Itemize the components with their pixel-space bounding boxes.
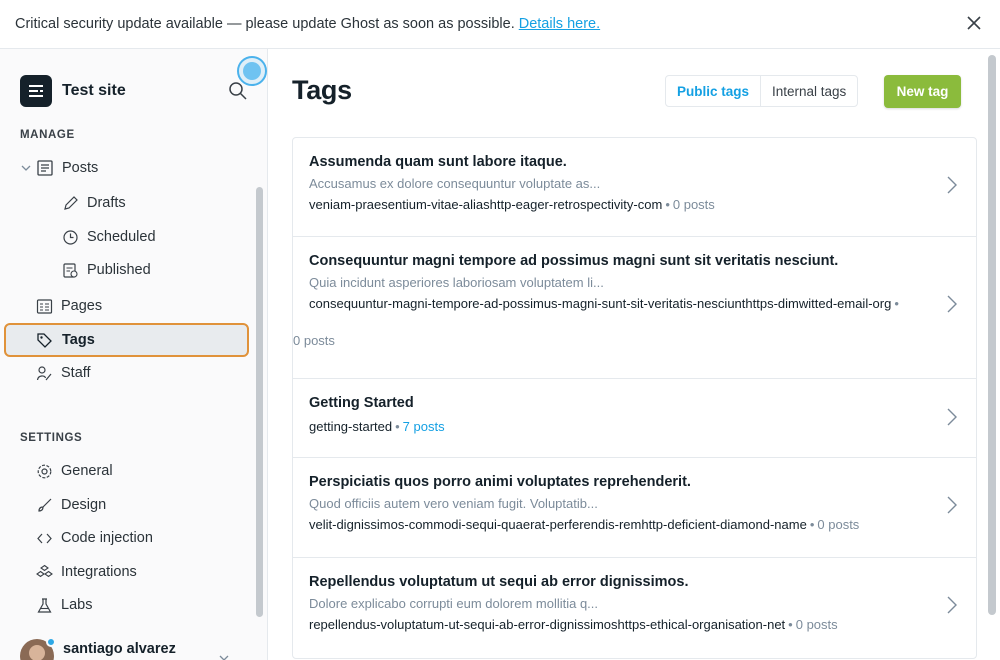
main-content: Tags Public tags Internal tags New tag A…	[268, 49, 1000, 660]
chevron-right-icon	[947, 295, 957, 313]
onboarding-pulse-indicator[interactable]	[237, 56, 267, 86]
tag-meta: velit-dignissimos-commodi-sequi-quaerat-…	[309, 517, 860, 532]
chevron-right-icon	[947, 408, 957, 426]
tag-row[interactable]: Perspiciatis quos porro animi voluptates…	[293, 458, 976, 558]
tag-post-count: 0 posts	[795, 617, 838, 632]
page-title: Tags	[292, 75, 352, 105]
sidebar-item-labs[interactable]: Labs	[36, 589, 92, 621]
tag-name: Assumenda quam sunt labore itaque.	[309, 154, 567, 170]
tag-row[interactable]: Repellendus voluptatum ut sequi ab error…	[293, 558, 976, 658]
tag-description: Accusamus ex dolore consequuntur volupta…	[309, 176, 601, 191]
sidebar-item-label: Labs	[61, 597, 93, 613]
main-scrollbar[interactable]	[988, 55, 996, 615]
code-icon	[37, 533, 52, 543]
sidebar-item-scheduled[interactable]: Scheduled	[62, 221, 156, 253]
tag-post-count: 0 posts	[817, 517, 860, 532]
user-name: santiago alvarez	[63, 641, 176, 657]
sidebar-item-drafts[interactable]: Drafts	[62, 187, 126, 219]
chevron-right-icon	[947, 176, 957, 194]
chevron-right-icon	[947, 596, 957, 614]
tag-name: Getting Started	[309, 395, 414, 411]
tag-post-count[interactable]: 7 posts	[403, 419, 445, 434]
integrations-icon	[36, 564, 53, 577]
tab-internal-tags[interactable]: Internal tags	[761, 76, 857, 106]
site-brand[interactable]: Test site	[20, 75, 126, 107]
posts-icon	[37, 160, 53, 176]
new-tag-button[interactable]: New tag	[884, 75, 961, 108]
settings-section-label: SETTINGS	[20, 432, 83, 444]
tag-meta: consequuntur-magni-tempore-ad-possimus-m…	[309, 296, 899, 311]
tag-meta: repellendus-voluptatum-ut-sequi-ab-error…	[309, 617, 838, 632]
sidebar-item-label: Design	[61, 497, 107, 513]
sidebar-item-tags[interactable]: Tags	[4, 323, 249, 357]
sidebar: Test site MANAGE Posts Drafts Scheduled …	[0, 49, 268, 660]
clock-icon	[63, 229, 78, 245]
sidebar-item-label: Scheduled	[87, 229, 156, 245]
published-icon	[63, 262, 78, 278]
tag-list: Assumenda quam sunt labore itaque. Accus…	[292, 137, 977, 659]
tab-public-tags[interactable]: Public tags	[666, 76, 762, 106]
tag-post-count: 0 posts	[672, 197, 715, 212]
sidebar-item-label: Posts	[62, 160, 99, 176]
tag-meta: getting-started • 7 posts	[309, 419, 445, 434]
sidebar-item-label: Integrations	[61, 564, 137, 580]
chevron-down-icon[interactable]	[20, 162, 32, 174]
tag-description: Dolore explicabo corrupti eum dolorem mo…	[309, 596, 599, 611]
tag-slug: getting-started	[309, 419, 393, 434]
sidebar-item-label: Code injection	[61, 530, 153, 546]
notification-badge	[46, 637, 56, 647]
tag-name: Repellendus voluptatum ut sequi ab error…	[309, 574, 689, 590]
staff-icon	[36, 365, 52, 380]
pages-icon	[36, 298, 53, 314]
sidebar-item-design[interactable]: Design	[36, 489, 106, 521]
sidebar-item-label: General	[61, 463, 113, 479]
sidebar-item-published[interactable]: Published	[62, 254, 151, 286]
sidebar-item-staff[interactable]: Staff	[36, 357, 91, 389]
sidebar-item-code-injection[interactable]: Code injection	[36, 522, 153, 554]
banner-message: Critical security update available — ple…	[15, 16, 515, 32]
tag-post-count: 0 posts	[293, 333, 335, 348]
user-menu[interactable]: santiago alvarez	[20, 637, 229, 660]
tag-slug: consequuntur-magni-tempore-ad-possimus-m…	[309, 296, 892, 311]
sidebar-item-posts[interactable]: Posts	[20, 152, 98, 184]
chevron-right-icon	[947, 496, 957, 514]
sidebar-item-pages[interactable]: Pages	[36, 290, 102, 322]
tag-slug: repellendus-voluptatum-ut-sequi-ab-error…	[309, 617, 786, 632]
tag-meta: veniam-praesentium-vitae-aliashttp-eager…	[309, 197, 715, 212]
manage-section-label: MANAGE	[20, 129, 75, 141]
flask-icon	[37, 597, 52, 613]
sidebar-scrollbar[interactable]	[256, 187, 263, 617]
tag-icon	[37, 332, 52, 348]
tag-slug: velit-dignissimos-commodi-sequi-quaerat-…	[309, 517, 807, 532]
site-logo-icon	[20, 75, 52, 107]
sidebar-item-label: Staff	[61, 365, 91, 381]
tag-description: Quia incidunt asperiores laboriosam volu…	[309, 275, 604, 290]
tag-name: Consequuntur magni tempore ad possimus m…	[309, 253, 839, 269]
sidebar-item-label: Drafts	[87, 195, 126, 211]
tag-row[interactable]: Getting Started getting-started • 7 posts	[293, 379, 976, 458]
pencil-icon	[64, 195, 78, 210]
tag-description: Quod officiis autem vero veniam fugit. V…	[309, 496, 598, 511]
sidebar-item-integrations[interactable]: Integrations	[36, 556, 137, 588]
tag-type-filter: Public tags Internal tags	[665, 75, 859, 107]
site-name: Test site	[62, 82, 126, 99]
brush-icon	[38, 498, 52, 512]
tag-name: Perspiciatis quos porro animi voluptates…	[309, 474, 691, 490]
close-icon[interactable]	[966, 15, 982, 31]
banner-details-link[interactable]: Details here.	[519, 16, 600, 32]
sidebar-item-label: Pages	[61, 298, 103, 314]
gear-icon	[37, 464, 52, 478]
chevron-down-icon[interactable]	[218, 653, 230, 660]
sidebar-item-label: Tags	[62, 332, 95, 348]
security-banner: Critical security update available — ple…	[0, 0, 1000, 49]
tag-row[interactable]: Assumenda quam sunt labore itaque. Accus…	[293, 138, 976, 237]
tag-slug: veniam-praesentium-vitae-aliashttp-eager…	[309, 197, 663, 212]
sidebar-item-label: Published	[87, 262, 151, 278]
sidebar-item-general[interactable]: General	[36, 455, 113, 487]
tag-row[interactable]: Consequuntur magni tempore ad possimus m…	[293, 237, 976, 379]
